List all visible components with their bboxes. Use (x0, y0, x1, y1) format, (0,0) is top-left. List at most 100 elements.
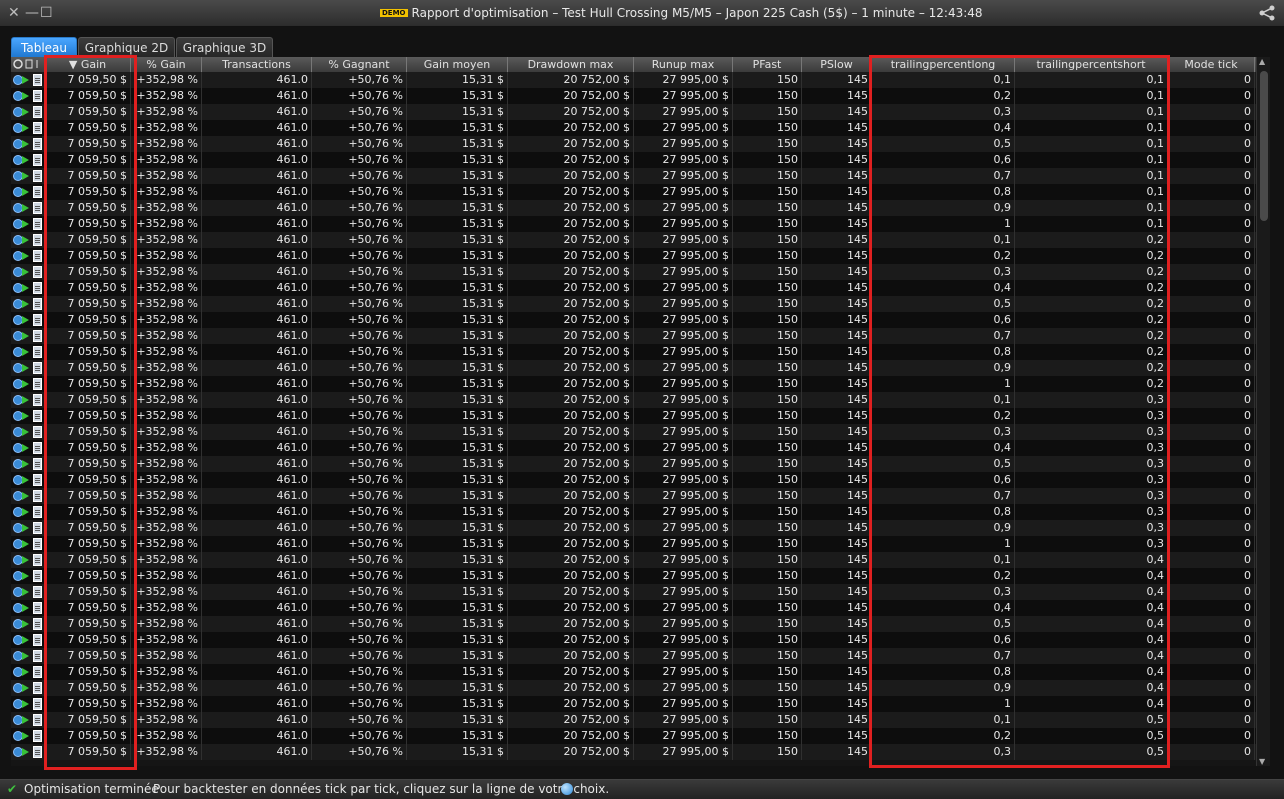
arrow-right-icon[interactable] (22, 460, 29, 468)
arrow-right-icon[interactable] (22, 524, 29, 532)
row-icons[interactable] (11, 472, 45, 488)
report-icon[interactable] (33, 378, 42, 390)
arrow-right-icon[interactable] (22, 588, 29, 596)
arrow-right-icon[interactable] (22, 92, 29, 100)
report-icon[interactable] (33, 298, 42, 310)
table-row[interactable]: 7 059,50 $ +352,98 % 461.0 +50,76 % 15,31 $2… (11, 88, 1256, 104)
row-icons[interactable] (11, 520, 45, 536)
maximize-icon[interactable]: ☐ (40, 5, 53, 21)
table-row[interactable]: 7 059,50 $ +352,98 % 461.0 +50,76 % 15,31 $2… (11, 280, 1256, 296)
arrow-right-icon[interactable] (22, 108, 29, 116)
row-icons[interactable] (11, 136, 45, 152)
arrow-right-icon[interactable] (22, 268, 29, 276)
table-row[interactable]: 7 059,50 $ +352,98 % 461.0 +50,76 % 15,31 $2… (11, 664, 1256, 680)
report-icon[interactable] (33, 426, 42, 438)
row-icons[interactable] (11, 360, 45, 376)
table-row[interactable]: 7 059,50 $ +352,98 % 461.0 +50,76 % 15,31 $2… (11, 728, 1256, 744)
table-row[interactable]: 7 059,50 $ +352,98 % 461.0 +50,76 % 15,31 $2… (11, 200, 1256, 216)
row-icons[interactable] (11, 248, 45, 264)
table-row[interactable]: 7 059,50 $ +352,98 % 461.0 +50,76 % 15,31 $2… (11, 456, 1256, 472)
table-row[interactable]: 7 059,50 $ +352,98 % 461.0 +50,76 % 15,31 $2… (11, 472, 1256, 488)
row-icons[interactable] (11, 232, 45, 248)
report-icon[interactable] (33, 202, 42, 214)
header-trailing-short[interactable]: trailingpercentshort (1015, 57, 1168, 72)
arrow-right-icon[interactable] (22, 396, 29, 404)
report-icon[interactable] (33, 522, 42, 534)
table-row[interactable]: 7 059,50 $ +352,98 % 461.0 +50,76 % 15,31 $2… (11, 712, 1256, 728)
report-icon[interactable] (33, 570, 42, 582)
report-icon[interactable] (33, 106, 42, 118)
row-icons[interactable] (11, 568, 45, 584)
row-icons[interactable] (11, 440, 45, 456)
row-icons[interactable] (11, 504, 45, 520)
scroll-down-icon[interactable]: ▼ (1259, 757, 1265, 766)
report-icon[interactable] (33, 234, 42, 246)
row-icons[interactable] (11, 328, 45, 344)
arrow-right-icon[interactable] (22, 124, 29, 132)
table-row[interactable]: 7 059,50 $ +352,98 % 461.0 +50,76 % 15,31 $2… (11, 584, 1256, 600)
report-icon[interactable] (33, 442, 42, 454)
header-trailing-long[interactable]: trailingpercentlong (872, 57, 1015, 72)
vertical-scrollbar[interactable]: ▲ ▼ (1256, 57, 1270, 766)
arrow-right-icon[interactable] (22, 492, 29, 500)
arrow-right-icon[interactable] (22, 188, 29, 196)
table-row[interactable]: 7 059,50 $ +352,98 % 461.0 +50,76 % 15,31 $2… (11, 344, 1256, 360)
table-row[interactable]: 7 059,50 $ +352,98 % 461.0 +50,76 % 15,31 $2… (11, 536, 1256, 552)
row-icons[interactable] (11, 680, 45, 696)
arrow-right-icon[interactable] (22, 428, 29, 436)
report-icon[interactable] (33, 746, 42, 758)
table-row[interactable]: 7 059,50 $ +352,98 % 461.0 +50,76 % 15,31 $2… (11, 312, 1256, 328)
header-runup[interactable]: Runup max (634, 57, 733, 72)
report-icon[interactable] (33, 250, 42, 262)
row-icons[interactable] (11, 280, 45, 296)
report-icon[interactable] (33, 634, 42, 646)
table-row[interactable]: 7 059,50 $ +352,98 % 461.0 +50,76 % 15,31 $2… (11, 424, 1256, 440)
row-icons[interactable] (11, 616, 45, 632)
table-row[interactable]: 7 059,50 $ +352,98 % 461.0 +50,76 % 15,31 $2… (11, 616, 1256, 632)
table-row[interactable]: 7 059,50 $ +352,98 % 461.0 +50,76 % 15,31 $2… (11, 248, 1256, 264)
row-icons[interactable] (11, 552, 45, 568)
table-row[interactable]: 7 059,50 $ +352,98 % 461.0 +50,76 % 15,31 $2… (11, 520, 1256, 536)
report-icon[interactable] (33, 458, 42, 470)
arrow-right-icon[interactable] (22, 716, 29, 724)
report-icon[interactable] (33, 538, 42, 550)
row-icons[interactable] (11, 664, 45, 680)
arrow-right-icon[interactable] (22, 348, 29, 356)
arrow-right-icon[interactable] (22, 172, 29, 180)
header-transactions[interactable]: Transactions (202, 57, 312, 72)
table-row[interactable]: 7 059,50 $ +352,98 % 461.0 +50,76 % 15,31 $2… (11, 72, 1256, 88)
header-pslow[interactable]: PSlow (802, 57, 872, 72)
row-icons[interactable] (11, 312, 45, 328)
row-icons[interactable] (11, 88, 45, 104)
arrow-right-icon[interactable] (22, 204, 29, 212)
table-row[interactable]: 7 059,50 $ +352,98 % 461.0 +50,76 % 15,31 $2… (11, 296, 1256, 312)
row-icons[interactable] (11, 456, 45, 472)
arrow-right-icon[interactable] (22, 252, 29, 260)
report-icon[interactable] (33, 154, 42, 166)
arrow-right-icon[interactable] (22, 732, 29, 740)
table-row[interactable]: 7 059,50 $ +352,98 % 461.0 +50,76 % 15,31 $2… (11, 264, 1256, 280)
table-row[interactable]: 7 059,50 $ +352,98 % 461.0 +50,76 % 15,31 $2… (11, 632, 1256, 648)
share-icon[interactable] (1258, 4, 1276, 22)
arrow-right-icon[interactable] (22, 540, 29, 548)
tab-graphique-2d[interactable]: Graphique 2D (78, 37, 175, 57)
row-icons[interactable] (11, 632, 45, 648)
row-icons[interactable] (11, 200, 45, 216)
row-icons[interactable] (11, 296, 45, 312)
report-icon[interactable] (33, 266, 42, 278)
header-tools[interactable] (11, 57, 45, 72)
table-row[interactable]: 7 059,50 $ +352,98 % 461.0 +50,76 % 15,31 $2… (11, 152, 1256, 168)
report-icon[interactable] (33, 330, 42, 342)
report-icon[interactable] (33, 410, 42, 422)
arrow-right-icon[interactable] (22, 332, 29, 340)
table-row[interactable]: 7 059,50 $ +352,98 % 461.0 +50,76 % 15,31 $2… (11, 488, 1256, 504)
report-icon[interactable] (33, 698, 42, 710)
table-row[interactable]: 7 059,50 $ +352,98 % 461.0 +50,76 % 15,31 $2… (11, 120, 1256, 136)
row-icons[interactable] (11, 168, 45, 184)
arrow-right-icon[interactable] (22, 76, 29, 84)
table-row[interactable]: 7 059,50 $ +352,98 % 461.0 +50,76 % 15,31 $2… (11, 104, 1256, 120)
report-icon[interactable] (33, 362, 42, 374)
row-icons[interactable] (11, 152, 45, 168)
table-row[interactable]: 7 059,50 $ +352,98 % 461.0 +50,76 % 15,31 $2… (11, 168, 1256, 184)
arrow-right-icon[interactable] (22, 684, 29, 692)
